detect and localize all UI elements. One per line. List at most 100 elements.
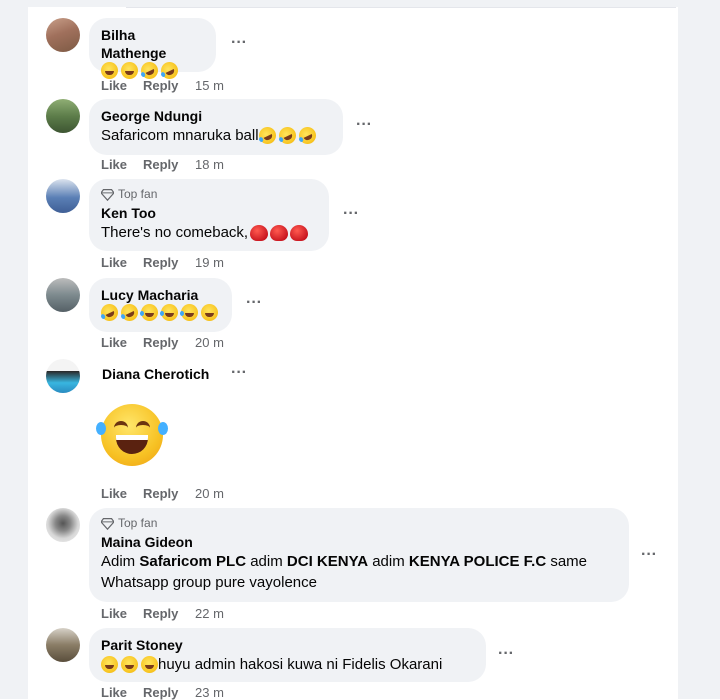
avatar[interactable] [46,18,80,52]
mention-kenya-police-fc[interactable]: KENYA POLICE F.C [409,553,546,570]
reply-button[interactable]: Reply [143,685,195,700]
reply-button[interactable]: Reply [143,335,195,350]
rofl-emoji-icon [255,124,279,147]
mention-safaricom-plc[interactable]: Safaricom PLC [139,553,246,570]
avatar[interactable] [46,628,80,662]
reply-button[interactable]: Reply [143,606,195,621]
comment-actions: Like Reply 22 m [101,606,224,621]
grinning-sweat-emoji-icon [101,62,118,79]
avatar[interactable] [46,99,80,133]
laughing-emoji-icon [141,656,158,673]
reply-button[interactable]: Reply [143,78,195,93]
comment-actions: Like Reply 20 m [101,335,224,350]
emoji-row [98,301,218,324]
more-options-button[interactable]: ··· [356,116,372,134]
comment-text: There's no comeback, [101,222,317,243]
like-button[interactable]: Like [101,335,143,350]
comment-text-segment: adim [246,553,287,570]
comment-author[interactable]: Parit Stoney [101,636,474,654]
like-button[interactable]: Like [101,685,143,700]
mention-dci-kenya[interactable]: DCI KENYA [287,553,368,570]
left-gutter [0,0,28,699]
comment-text: Safaricom mnaruka ball [101,124,331,147]
more-options-button[interactable]: ··· [343,205,359,223]
emoji-row [101,59,181,82]
comment-text [101,59,204,82]
comment-author[interactable]: Diana Cherotich [102,365,209,383]
comment-text-segment: Whatsapp group pure vayolence [101,574,317,591]
comment-text-segment: same [546,553,588,570]
reply-button[interactable]: Reply [143,157,195,172]
top-fan-label: Top fan [118,516,158,530]
like-button[interactable]: Like [101,157,143,172]
comment-text [98,301,220,324]
comment-timestamp[interactable]: 20 m [195,486,224,501]
comment-actions: Like Reply 19 m [101,255,224,270]
like-button[interactable]: Like [101,255,143,270]
joy-emoji-icon [180,304,198,321]
comment-timestamp[interactable]: 15 m [195,78,224,93]
more-options-button[interactable]: ··· [641,546,657,564]
top-fan-label: Top fan [118,187,158,201]
avatar[interactable] [46,278,80,312]
laughing-emoji-icon [101,656,118,673]
avatar[interactable] [46,359,80,393]
comment-bubble: Top fan Ken Too There's no comeback, [89,179,329,251]
emoji-row [101,656,158,673]
comment-author[interactable]: Lucy Macharia [101,286,220,304]
like-button[interactable]: Like [101,78,143,93]
comment-actions: Like Reply 18 m [101,157,224,172]
right-gutter [678,0,720,699]
comment-bubble: Bilha Mathenge [89,18,216,82]
comment-actions: Like Reply 15 m [101,78,224,93]
more-options-button[interactable]: ··· [231,364,247,382]
emoji-row [255,124,319,147]
comment-text-content: huyu admin hakosi kuwa ni Fidelis Okaran… [158,656,443,673]
top-fan-badge: Top fan [101,187,317,201]
avatar[interactable] [46,179,80,213]
like-button[interactable]: Like [101,486,143,501]
comment-bubble: Lucy Macharia [89,278,232,332]
comment-author[interactable]: Ken Too [101,204,317,222]
more-options-button[interactable]: ··· [231,34,247,52]
comment-text-content: There's no comeback, [101,224,249,241]
boxing-glove-emoji-icon [270,224,289,241]
like-button[interactable]: Like [101,606,143,621]
rofl-emoji-icon [118,301,141,324]
more-options-button[interactable]: ··· [246,294,262,312]
joy-emoji-icon [140,304,158,321]
comment-text-content: Safaricom mnaruka ball [101,127,259,144]
laughing-emoji-icon [121,656,138,673]
comment-actions: Like Reply 23 m [101,685,224,700]
comment-author[interactable]: George Ndungi [101,107,331,125]
comment-timestamp[interactable]: 23 m [195,685,224,700]
comment-timestamp[interactable]: 20 m [195,335,224,350]
rofl-emoji-icon [275,124,299,147]
top-fan-badge: Top fan [101,516,617,530]
comment-timestamp[interactable]: 22 m [195,606,224,621]
laughing-tears-sticker-icon [96,404,168,466]
diamond-badge-icon [101,517,114,530]
rofl-emoji-icon [98,301,121,324]
comment-text: Adim Safaricom PLC adim DCI KENYA adim K… [101,551,617,593]
grinning-sweat-emoji-icon [121,62,138,79]
comment-author[interactable]: Maina Gideon [101,533,617,551]
diamond-badge-icon [101,188,114,201]
comment-timestamp[interactable]: 19 m [195,255,224,270]
reply-button[interactable]: Reply [143,255,195,270]
comment-bubble: George Ndungi Safaricom mnaruka ball [89,99,343,155]
joy-emoji-icon [160,304,178,321]
comment-bubble: Parit Stoney huyu admin hakosi kuwa ni F… [89,628,486,682]
grinning-sweat-emoji-icon [201,304,218,321]
comment-actions: Like Reply 20 m [101,486,224,501]
comment-text: huyu admin hakosi kuwa ni Fidelis Okaran… [101,654,474,675]
reply-button[interactable]: Reply [143,486,195,501]
more-options-button[interactable]: ··· [498,645,514,663]
comment-timestamp[interactable]: 18 m [195,157,224,172]
avatar[interactable] [46,508,80,542]
comment-author[interactable]: Bilha Mathenge [101,26,204,62]
boxing-glove-emoji-icon [290,224,309,241]
comment-text-segment: adim [368,553,409,570]
comment-text-segment: Adim [101,553,140,570]
top-edge [28,0,678,8]
